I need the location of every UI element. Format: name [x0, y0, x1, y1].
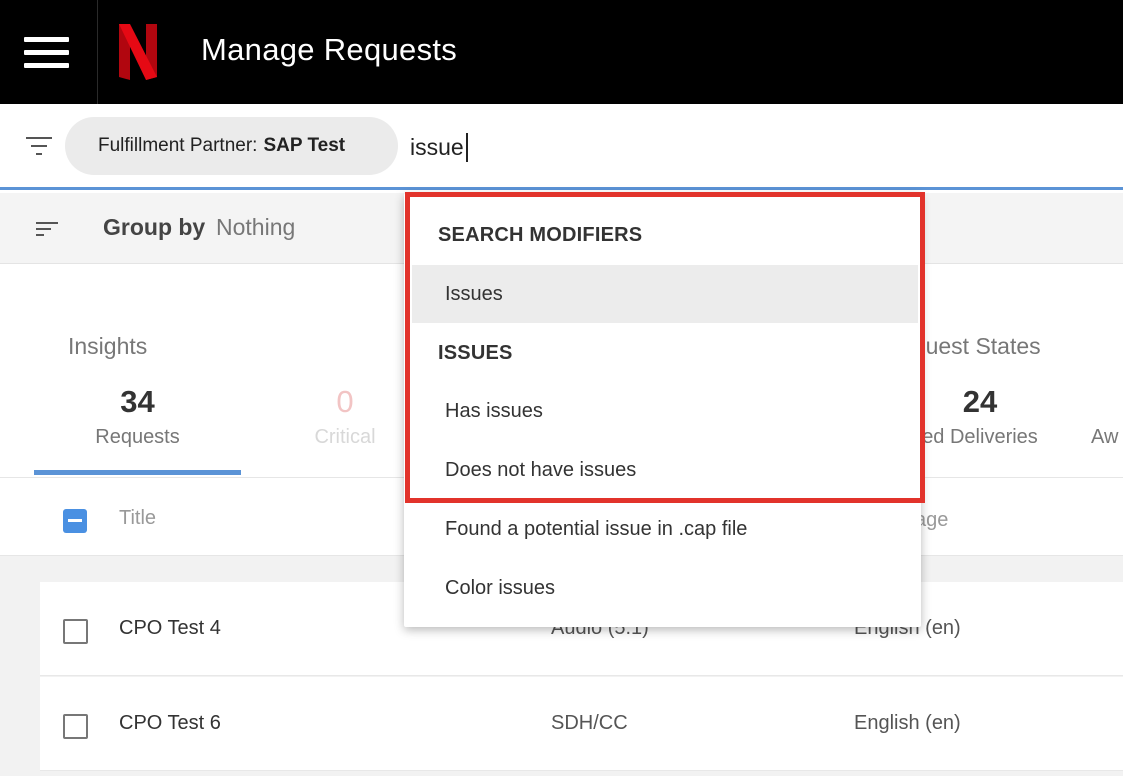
row-language: English (en) — [854, 712, 961, 734]
select-all-checkbox[interactable] — [63, 509, 87, 533]
row-type: SDH/CC — [551, 712, 628, 734]
stat-critical-value: 0 — [336, 384, 354, 419]
stat-deliveries-value: 24 — [962, 384, 998, 419]
dropdown-section-header: ISSUES — [438, 342, 513, 364]
filter-icon[interactable] — [26, 134, 54, 158]
filter-chip-value: SAP Test — [263, 135, 346, 156]
stat-awaiting-label[interactable]: Aw — [1091, 426, 1118, 449]
hamburger-menu-icon[interactable] — [0, 0, 98, 104]
dropdown-item-color-issues[interactable]: Color issues — [412, 559, 918, 617]
netflix-logo — [119, 24, 157, 80]
stat-deliveries-label: ed Deliveries — [922, 426, 1038, 448]
dropdown-item-no-issues[interactable]: Does not have issues — [412, 441, 918, 499]
insights-title: Insights — [68, 333, 148, 359]
sort-icon[interactable] — [36, 222, 58, 238]
stat-requests-value: 34 — [120, 384, 155, 419]
stat-deliveries[interactable]: 24 ed Deliveries — [900, 384, 1060, 449]
app-bar: Manage Requests — [0, 0, 1123, 104]
stat-critical[interactable]: 0 Critical — [290, 384, 400, 449]
row-title[interactable]: CPO Test 6 — [119, 712, 221, 735]
table-row[interactable]: CPO Test 6 SDH/CC English (en) — [40, 677, 1123, 771]
dropdown-item-issues-modifier[interactable]: Issues — [412, 265, 918, 323]
column-header-title[interactable]: Title — [119, 507, 156, 530]
stat-requests[interactable]: 34 Requests — [34, 384, 241, 449]
filter-chip-fulfillment-partner[interactable]: Fulfillment Partner: SAP Test — [65, 117, 398, 175]
row-checkbox[interactable] — [63, 714, 88, 739]
search-suggestions-dropdown: SEARCH MODIFIERS Issues ISSUES Has issue… — [404, 193, 921, 627]
group-by-value[interactable]: Nothing — [216, 214, 295, 241]
page-title: Manage Requests — [201, 32, 458, 67]
group-by-label: Group by — [103, 214, 206, 240]
active-stat-underline — [34, 470, 241, 475]
row-title[interactable]: CPO Test 4 — [119, 617, 221, 640]
dropdown-item-cap-file-issue[interactable]: Found a potential issue in .cap file — [412, 500, 918, 558]
filter-chip-label: Fulfillment Partner: — [98, 135, 258, 156]
row-checkbox[interactable] — [63, 619, 88, 644]
text-caret — [466, 133, 468, 162]
dropdown-item-has-issues[interactable]: Has issues — [412, 382, 918, 440]
stat-critical-label: Critical — [314, 426, 376, 448]
request-states-title: equest States — [900, 333, 1041, 359]
stat-requests-label: Requests — [95, 426, 180, 448]
dropdown-section-header: SEARCH MODIFIERS — [438, 224, 643, 246]
